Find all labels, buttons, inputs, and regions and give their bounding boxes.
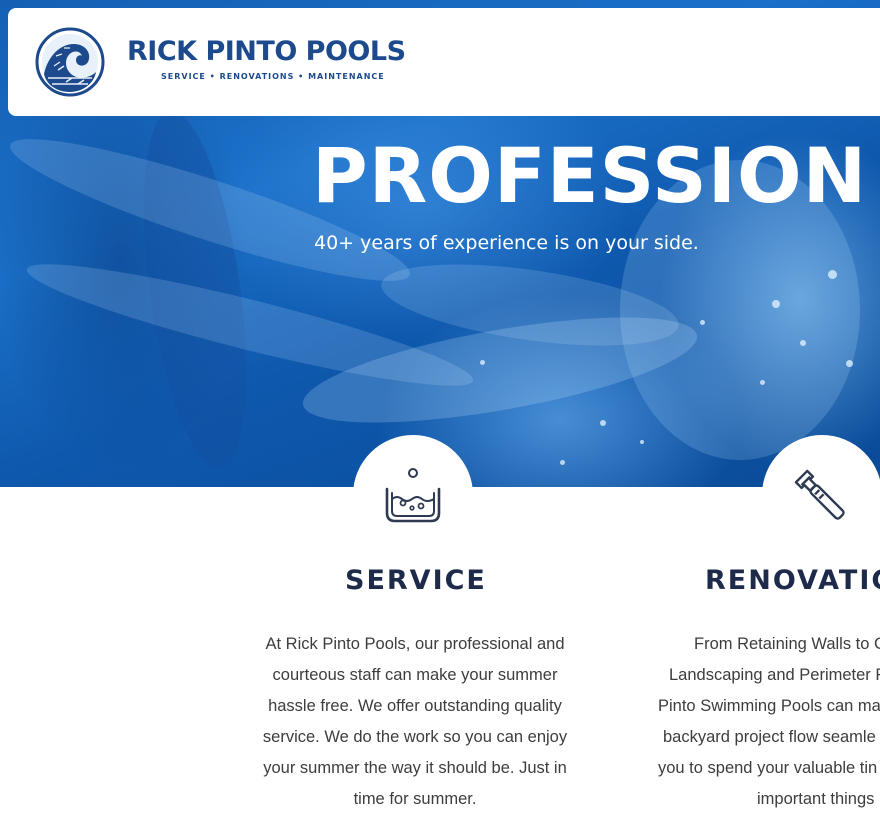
brand-tagline: SERVICE • RENOVATIONS • MAINTENANCE: [161, 72, 385, 81]
hero-subtitle: 40+ years of experience is on your side.: [314, 232, 699, 254]
water-bubble: [480, 360, 485, 365]
hero-title: PROFESSION: [312, 131, 868, 220]
service-text-line: hassle free. We offer outstanding qualit…: [268, 697, 562, 715]
water-bubble: [828, 270, 837, 279]
service-text-line: time for summer.: [353, 790, 477, 808]
renovations-icon-circle: [762, 435, 880, 555]
renovations-text-line: Landscaping and Perimeter F: [669, 666, 880, 684]
renovations-text-line: you to spend your valuable tin: [658, 759, 878, 777]
site-header: RICK PINTO POOLS SERVICE • RENOVATIONS •…: [8, 8, 880, 116]
pipe-wrench-icon: [794, 469, 845, 520]
water-bubble: [760, 380, 765, 385]
renovations-title: RENOVATIC: [705, 565, 880, 596]
water-bubble: [560, 460, 565, 465]
brand-name: RICK PINTO POOLS: [127, 36, 406, 67]
wave-logo-icon: [35, 27, 105, 97]
hot-tub-icon: [385, 468, 441, 523]
water-bubble: [640, 440, 644, 444]
renovations-text-line: From Retaining Walls to C: [694, 635, 880, 653]
water-bubble: [800, 340, 806, 346]
renovations-text-line: Pinto Swimming Pools can ma: [658, 697, 880, 715]
service-text-line: At Rick Pinto Pools, our professional an…: [265, 635, 565, 653]
service-title: SERVICE: [345, 565, 487, 596]
service-description: At Rick Pinto Pools, our professional an…: [258, 629, 572, 815]
renovations-description: From Retaining Walls to C Landscaping an…: [656, 629, 880, 815]
water-bubble: [846, 360, 853, 367]
water-bubble: [772, 300, 780, 308]
service-text-line: your summer the way it should be. Just i…: [263, 759, 567, 777]
service-icon-circle: [353, 435, 473, 555]
service-text-line: courteous staff can make your summer: [272, 666, 558, 684]
renovations-text-line: important things: [757, 790, 875, 808]
water-bubble: [600, 420, 606, 426]
water-bubble: [700, 320, 705, 325]
service-text-line: service. We do the work so you can enjoy: [262, 728, 568, 746]
renovations-text-line: backyard project flow seamle: [663, 728, 876, 746]
